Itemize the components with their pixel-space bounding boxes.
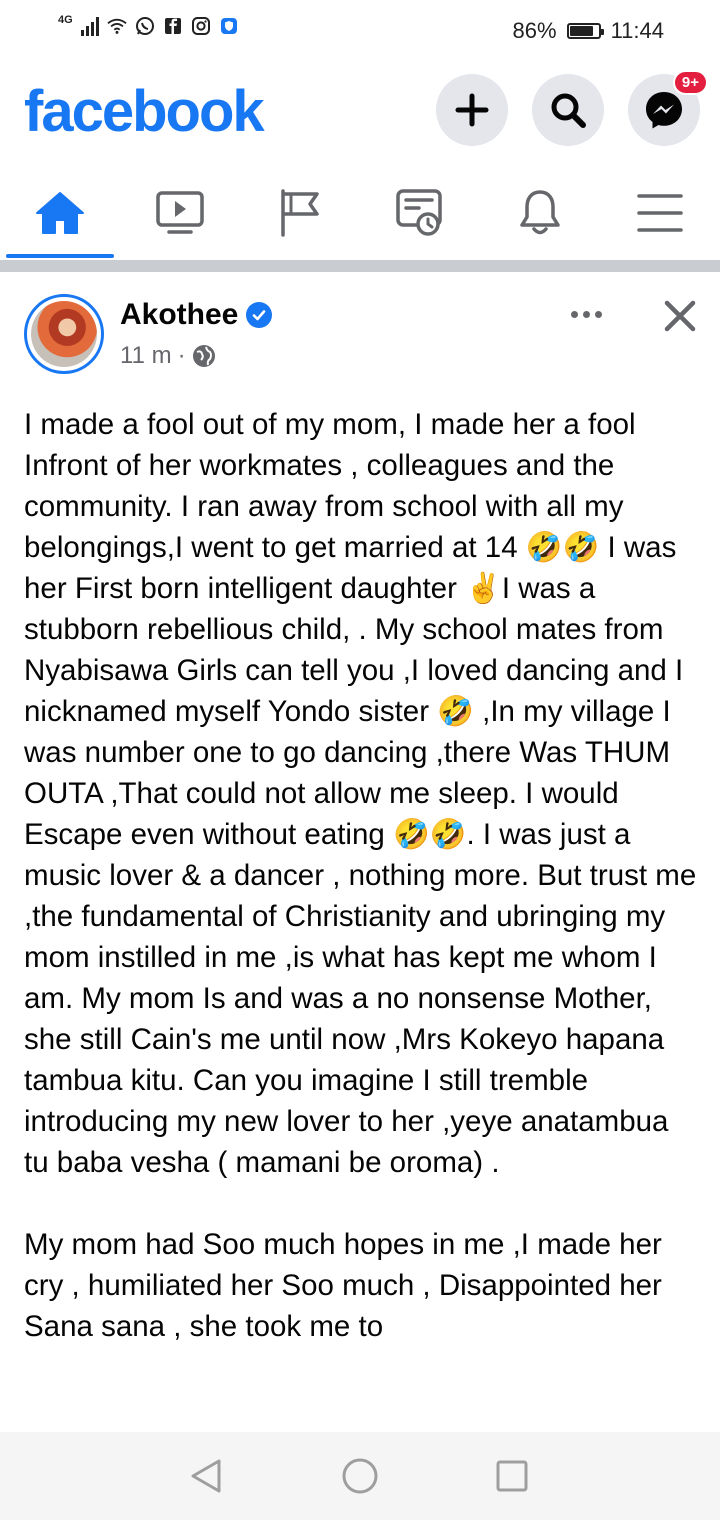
post-time[interactable]: 11 m (120, 342, 172, 370)
battery-percent: 86% (512, 18, 557, 43)
clock: 11:44 (610, 18, 664, 43)
section-divider (0, 260, 720, 272)
close-icon (664, 300, 696, 332)
facebook-icon (163, 16, 183, 36)
avatar[interactable] (24, 294, 104, 374)
tab-watch[interactable] (120, 170, 240, 256)
messenger-button[interactable]: 9+ (628, 70, 708, 146)
close-post-button[interactable] (656, 292, 704, 340)
tab-news[interactable] (360, 170, 480, 256)
status-icons-right: 86% 11:44 (513, 18, 664, 44)
wifi-icon (107, 16, 127, 36)
news-feed-icon (396, 189, 442, 236)
meta-separator: · (177, 342, 186, 369)
bell-icon (520, 190, 560, 235)
video-icon (156, 191, 204, 234)
messenger-icon (646, 92, 682, 129)
post-paragraph: I made a fool out of my mom, I made her … (24, 408, 697, 1179)
home-button[interactable] (338, 1454, 382, 1498)
instagram-icon (191, 16, 211, 36)
hamburger-menu-icon (637, 194, 683, 232)
home-icon (36, 192, 84, 234)
signal-icon (80, 16, 99, 36)
status-bar: 4G 86% 11:44 (0, 0, 720, 62)
globe-icon (192, 345, 215, 367)
back-button[interactable] (184, 1454, 228, 1498)
recents-icon (496, 1460, 528, 1492)
tab-home[interactable] (0, 170, 120, 256)
back-icon (191, 1459, 221, 1493)
tab-menu[interactable] (600, 170, 720, 256)
more-options-button[interactable] (560, 294, 612, 334)
shield-icon (219, 16, 239, 36)
app-header: facebook 9+ (0, 62, 720, 162)
search-icon (551, 93, 586, 128)
whatsapp-icon (135, 16, 155, 36)
battery-icon (566, 23, 604, 39)
post-meta: 11 m · (120, 342, 216, 370)
tab-notifications[interactable] (480, 170, 600, 256)
plus-icon (455, 93, 489, 127)
author-name[interactable]: Akothee (120, 298, 238, 332)
network-type: 4G (58, 14, 73, 26)
flag-icon (281, 189, 319, 237)
post-header: Akothee 11 m · (0, 280, 720, 380)
home-circle-icon (342, 1458, 378, 1494)
active-tab-indicator (6, 254, 114, 258)
post-paragraph: My mom had Soo much hopes in me ,I made … (24, 1228, 662, 1343)
recents-button[interactable] (490, 1454, 534, 1498)
tab-bar (0, 170, 720, 260)
messenger-badge: 9+ (672, 70, 708, 95)
post-author[interactable]: Akothee (120, 298, 273, 332)
search-button[interactable] (532, 74, 604, 146)
post-body: I made a fool out of my mom, I made her … (24, 404, 700, 1347)
status-icons-left: 4G (58, 14, 239, 36)
facebook-logo[interactable]: facebook (24, 78, 265, 145)
verified-badge-icon (246, 302, 273, 328)
system-navigation-bar (0, 1432, 720, 1520)
create-button[interactable] (436, 74, 508, 146)
tab-pages[interactable] (240, 170, 360, 256)
